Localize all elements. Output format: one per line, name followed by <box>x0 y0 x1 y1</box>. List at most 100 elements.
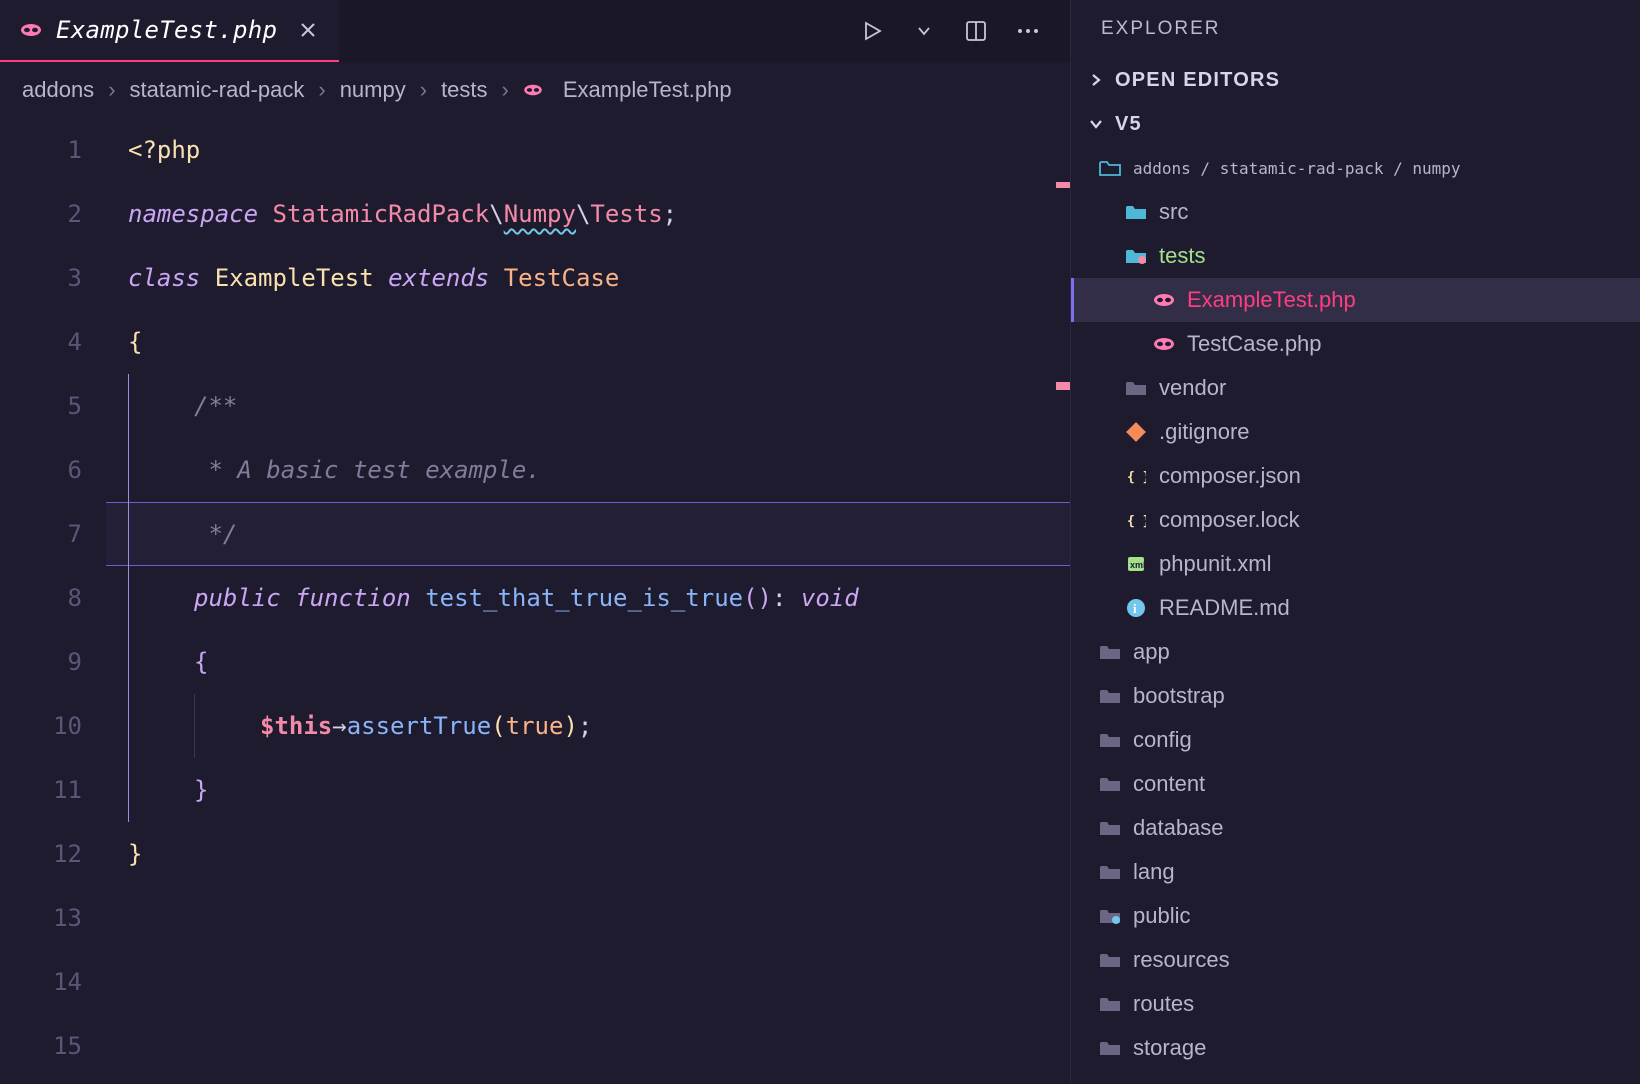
crumb[interactable]: addons <box>22 77 94 103</box>
line-number: 7 <box>0 502 82 566</box>
breadcrumb[interactable]: addons › statamic-rad-pack › numpy › tes… <box>0 62 1070 118</box>
code-line[interactable]: { <box>106 310 1070 374</box>
tree-item-label: .gitignore <box>1159 419 1250 445</box>
crumb[interactable]: numpy <box>340 77 406 103</box>
folder-src-icon <box>1125 201 1147 223</box>
folder-icon <box>1099 993 1121 1015</box>
tree-folder[interactable]: storage <box>1071 1026 1640 1070</box>
folder-icon <box>1099 1037 1121 1059</box>
tree-file[interactable]: TestCase.php <box>1071 322 1640 366</box>
code-line[interactable]: <?php <box>106 118 1070 182</box>
indent-guide <box>194 694 260 758</box>
tree-item-label: lang <box>1133 859 1175 885</box>
tree-folder[interactable]: vendor <box>1071 366 1640 410</box>
svg-text:{ }: { } <box>1127 470 1146 485</box>
chevron-right-icon <box>1087 71 1105 89</box>
chevron-down-icon[interactable] <box>912 19 936 43</box>
folder-icon <box>1099 729 1121 751</box>
tree-folder[interactable]: content <box>1071 762 1640 806</box>
xml-icon: xml <box>1125 553 1147 575</box>
crumb[interactable]: tests <box>441 77 487 103</box>
editor-actions <box>860 19 1070 43</box>
chevron-right-icon: › <box>502 77 509 103</box>
project-section[interactable]: V5 <box>1071 102 1640 146</box>
tree-file[interactable]: { }composer.json <box>1071 454 1640 498</box>
overview-ruler-mark <box>1056 182 1070 188</box>
code-line[interactable]: } <box>106 758 1070 822</box>
chevron-right-icon: › <box>420 77 427 103</box>
explorer-sidebar: EXPLORER OPEN EDITORS V5 addons / statam… <box>1070 0 1640 1084</box>
code-line[interactable]: } <box>106 822 1070 886</box>
php-icon <box>1153 333 1175 355</box>
crumb-file[interactable]: ExampleTest.php <box>563 77 732 103</box>
tree-file[interactable]: xmlphpunit.xml <box>1071 542 1640 586</box>
tree-item-label: composer.lock <box>1159 507 1300 533</box>
folder-icon <box>1099 861 1121 883</box>
folder-icon <box>1099 817 1121 839</box>
tree-file[interactable]: ExampleTest.php <box>1071 278 1640 322</box>
chevron-down-icon <box>1087 115 1105 133</box>
git-icon <box>1125 421 1147 443</box>
indent-guide <box>128 694 194 758</box>
php-file-icon <box>20 19 42 41</box>
tree-item-label: routes <box>1133 991 1194 1017</box>
code-line[interactable]: class ExampleTest extends TestCase <box>106 246 1070 310</box>
code-line[interactable]: $this→assertTrue(true); <box>106 694 1070 758</box>
path-header[interactable]: addons / statamic-rad-pack / numpy <box>1071 146 1640 190</box>
section-label: OPEN EDITORS <box>1115 69 1280 92</box>
tree-folder[interactable]: src <box>1071 190 1640 234</box>
tree-folder[interactable]: routes <box>1071 982 1640 1026</box>
code-editor[interactable]: 123456789101112131415 <?phpnamespace Sta… <box>0 118 1070 1084</box>
php-file-icon <box>523 83 543 97</box>
code-line[interactable]: */ <box>106 502 1070 566</box>
code-line[interactable]: * A basic test example. <box>106 438 1070 502</box>
close-icon[interactable] <box>299 21 317 39</box>
code-line[interactable]: namespace StatamicRadPack\Numpy\Tests; <box>106 182 1070 246</box>
tree-item-label: tests <box>1159 243 1205 269</box>
svg-text:i: i <box>1133 601 1137 616</box>
code-line[interactable]: { <box>106 630 1070 694</box>
chevron-right-icon: › <box>108 77 115 103</box>
editor-tab[interactable]: ExampleTest.php <box>0 0 339 62</box>
tree-folder[interactable]: lang <box>1071 850 1640 894</box>
indent-guide <box>128 374 194 438</box>
tree-file[interactable]: .gitignore <box>1071 410 1640 454</box>
json-icon: { } <box>1125 509 1147 531</box>
tree-folder[interactable]: config <box>1071 718 1640 762</box>
line-number: 5 <box>0 374 82 438</box>
run-icon[interactable] <box>860 19 884 43</box>
more-icon[interactable] <box>1016 19 1040 43</box>
line-number: 4 <box>0 310 82 374</box>
svg-text:{ }: { } <box>1127 514 1146 529</box>
tab-bar: ExampleTest.php <box>0 0 1070 62</box>
line-number: 10 <box>0 694 82 758</box>
tree-file[interactable]: { } composer.lock <box>1071 498 1640 542</box>
code-line[interactable]: /** <box>106 374 1070 438</box>
php-icon <box>1153 289 1175 311</box>
editor-pane: ExampleTest.php addons › statamic-rad-pa… <box>0 0 1070 1084</box>
split-editor-icon[interactable] <box>964 19 988 43</box>
open-editors-section[interactable]: OPEN EDITORS <box>1071 58 1640 102</box>
tree-folder[interactable]: public <box>1071 894 1640 938</box>
folder-icon <box>1099 641 1121 663</box>
tree-folder[interactable]: bootstrap <box>1071 674 1640 718</box>
line-number: 12 <box>0 822 82 886</box>
tree-folder[interactable]: tests <box>1071 234 1640 278</box>
line-number: 9 <box>0 630 82 694</box>
crumb[interactable]: statamic-rad-pack <box>130 77 305 103</box>
line-number: 8 <box>0 566 82 630</box>
code-line[interactable]: public function test_that_true_is_true()… <box>106 566 1070 630</box>
chevron-right-icon: › <box>318 77 325 103</box>
folder-open-icon <box>1099 157 1121 179</box>
line-number: 14 <box>0 950 82 1014</box>
line-number: 6 <box>0 438 82 502</box>
tree-folder[interactable]: resources <box>1071 938 1640 982</box>
folder-icon <box>1099 949 1121 971</box>
svg-text:xml: xml <box>1130 560 1146 570</box>
tree-file[interactable]: iREADME.md <box>1071 586 1640 630</box>
tree-folder[interactable]: database <box>1071 806 1640 850</box>
tree-folder[interactable]: app <box>1071 630 1640 674</box>
code-content[interactable]: <?phpnamespace StatamicRadPack\Numpy\Tes… <box>106 118 1070 1084</box>
tab-filename: ExampleTest.php <box>56 16 277 44</box>
tree-item-label: vendor <box>1159 375 1226 401</box>
